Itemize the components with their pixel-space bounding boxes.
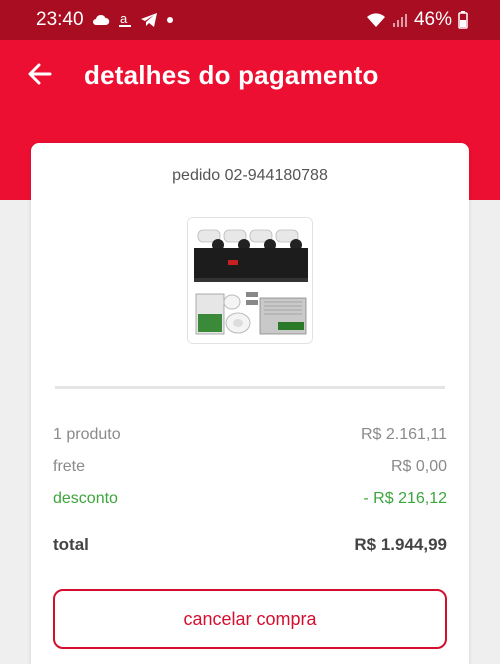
svg-text:a: a: [120, 11, 128, 26]
shipping-value: R$ 0,00: [390, 458, 447, 475]
back-button[interactable]: [20, 58, 60, 94]
back-arrow-icon: [28, 63, 52, 90]
total-label: total: [53, 535, 89, 554]
status-bar: 23:40 a 46%: [0, 0, 500, 40]
telegram-icon: [140, 12, 158, 28]
signal-icon: [392, 12, 408, 28]
cancel-purchase-button[interactable]: cancelar compra: [53, 589, 447, 649]
total-row: total R$ 1.944,99: [53, 535, 447, 555]
cctv-kit-image: [188, 218, 312, 343]
amazon-notification-icon: a: [118, 11, 132, 29]
discount-value: - R$ 216,12: [363, 490, 447, 507]
product-thumbnail[interactable]: [187, 217, 313, 344]
discount-row: desconto - R$ 216,12: [53, 490, 447, 508]
shipping-label: frete: [53, 458, 86, 475]
status-time: 23:40: [36, 9, 84, 30]
products-row: 1 produto R$ 2.161,11: [53, 426, 447, 444]
battery-percent: 46%: [413, 9, 452, 30]
total-value: R$ 1.944,99: [354, 535, 447, 554]
battery-icon: [458, 11, 468, 29]
dot-icon: [166, 16, 174, 24]
cloud-icon: [92, 14, 110, 26]
page-title: detalhes do pagamento: [84, 60, 379, 90]
wifi-icon: [366, 12, 386, 28]
shipping-row: frete R$ 0,00: [53, 458, 447, 476]
status-left: 23:40 a: [36, 9, 174, 31]
products-label: 1 produto: [53, 426, 121, 443]
payment-details-card: pedido 02-944180788 1 produto R$ 2.161,1…: [31, 143, 469, 664]
status-right: 46%: [366, 9, 468, 31]
products-value: R$ 2.161,11: [361, 426, 447, 443]
divider: [55, 386, 445, 389]
order-number: pedido 02-944180788: [172, 167, 328, 184]
discount-label: desconto: [53, 490, 118, 507]
